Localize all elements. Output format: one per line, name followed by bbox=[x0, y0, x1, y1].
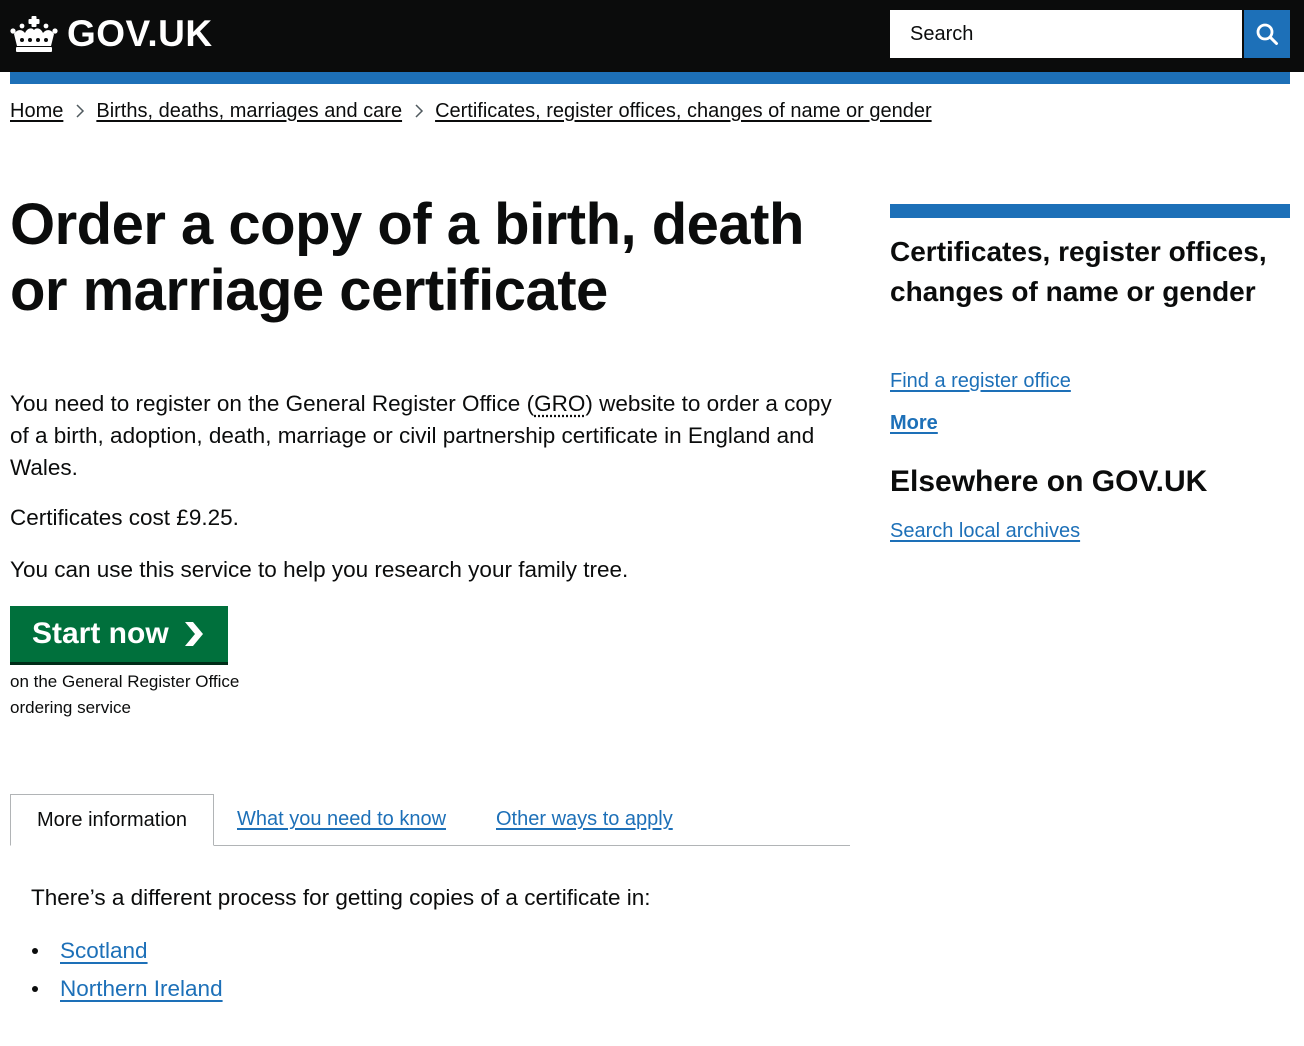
find-register-office-link[interactable]: Find a register office bbox=[890, 366, 1071, 396]
govuk-logo-link[interactable]: GOV.UK bbox=[10, 14, 213, 54]
chevron-right-icon bbox=[184, 622, 203, 646]
tab-list: More information What you need to know O… bbox=[10, 794, 850, 846]
tab-more-information[interactable]: More information bbox=[10, 794, 214, 846]
breadcrumb-home[interactable]: Home bbox=[10, 100, 63, 123]
list-item: Scotland bbox=[31, 932, 223, 970]
elsewhere-heading: Elsewhere on GOV.UK bbox=[890, 465, 1208, 498]
sidebar-accent-bar bbox=[890, 204, 1290, 218]
cost-paragraph: Certificates cost £9.25. bbox=[10, 505, 239, 530]
tab-panel-text: There’s a different process for getting … bbox=[31, 885, 651, 910]
logo-text: GOV.UK bbox=[67, 13, 213, 54]
header-blue-bar bbox=[10, 72, 1290, 84]
tab-other-ways-to-apply[interactable]: Other ways to apply bbox=[496, 794, 673, 846]
scotland-link[interactable]: Scotland bbox=[60, 938, 148, 963]
site-header: GOV.UK bbox=[0, 0, 1304, 72]
chevron-right-icon bbox=[76, 104, 85, 118]
intro-text-start: You need to register on the General Regi… bbox=[10, 391, 535, 416]
crown-icon bbox=[10, 16, 58, 52]
start-note: on the General Register Office ordering … bbox=[10, 672, 240, 717]
sidebar-more-link[interactable]: More bbox=[890, 408, 938, 438]
list-item: Northern Ireland bbox=[31, 970, 223, 1008]
tab-what-you-need-to-know[interactable]: What you need to know bbox=[237, 794, 446, 846]
search-local-archives-link[interactable]: Search local archives bbox=[890, 516, 1080, 546]
start-now-button[interactable]: Start now bbox=[10, 606, 228, 662]
breadcrumb-births-deaths-marriages[interactable]: Births, deaths, marriages and care bbox=[96, 100, 402, 123]
family-tree-paragraph: You can use this service to help you res… bbox=[10, 557, 629, 582]
breadcrumb: Home Births, deaths, marriages and care … bbox=[10, 98, 932, 124]
bullet-icon bbox=[32, 986, 38, 992]
search-button[interactable] bbox=[1244, 10, 1290, 58]
intro-paragraph: You need to register on the General Regi… bbox=[10, 388, 850, 484]
gro-abbreviation: GRO bbox=[534, 391, 586, 416]
sidebar-title: Certificates, register offices, changes … bbox=[890, 236, 1267, 307]
chevron-right-icon bbox=[415, 104, 424, 118]
tab-panel-list: Scotland Northern Ireland bbox=[31, 932, 223, 1008]
breadcrumb-certificates[interactable]: Certificates, register offices, changes … bbox=[435, 100, 932, 123]
search-input[interactable] bbox=[890, 10, 1242, 58]
bullet-icon bbox=[32, 948, 38, 954]
northern-ireland-link[interactable]: Northern Ireland bbox=[60, 976, 223, 1001]
page-title: Order a copy of a birth, death or marria… bbox=[10, 192, 804, 323]
search-icon bbox=[1256, 23, 1278, 45]
start-now-label: Start now bbox=[32, 617, 169, 650]
